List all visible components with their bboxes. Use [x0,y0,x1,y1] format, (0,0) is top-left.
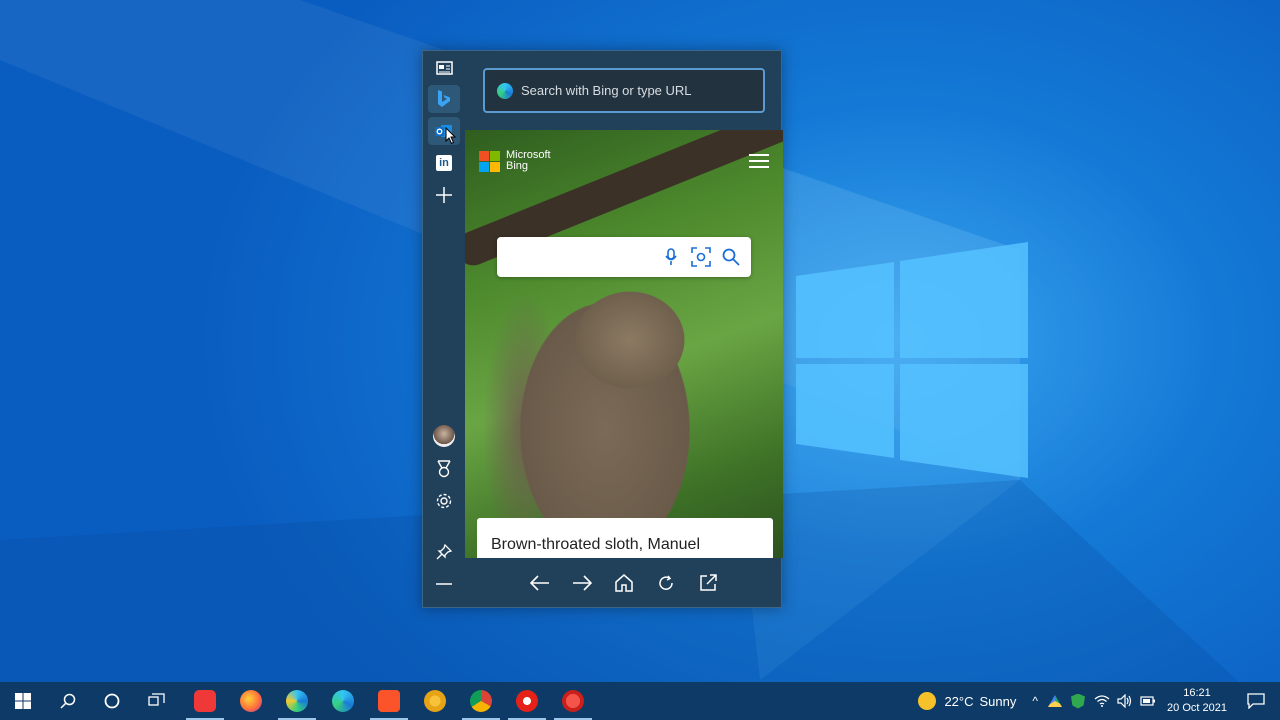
address-bar[interactable] [483,68,765,113]
sidebar-navigation [465,558,783,608]
visual-search-icon[interactable] [691,247,711,267]
vivaldi-icon[interactable] [182,682,228,720]
chrome-icon[interactable] [458,682,504,720]
edge-sidebar-window: in Microsoft Bing [422,50,783,608]
microphone-icon[interactable] [661,247,681,267]
edge-icon[interactable] [320,682,366,720]
add-icon[interactable] [428,181,460,209]
windows-start-icon [15,693,31,709]
taskbar: 22°C Sunny ^ 16:21 20 Oct 2021 [0,682,1280,720]
chevron-up-icon[interactable]: ^ [1032,694,1038,708]
search-icon[interactable] [721,247,741,267]
weather-desc[interactable]: Sunny [979,694,1016,709]
bing-search-box[interactable] [497,237,751,277]
microsoft-logo-icon [479,150,500,172]
microsoft-bing-logo[interactable]: Microsoft Bing [479,150,551,172]
news-icon[interactable] [428,54,460,82]
search-taskbar-icon[interactable] [45,682,91,720]
clock-time: 16:21 [1183,687,1211,699]
avatar[interactable] [428,422,460,450]
screen-recorder-icon[interactable] [550,682,596,720]
edge-canary-icon[interactable] [274,682,320,720]
volume-icon[interactable] [1117,694,1133,708]
chrome-canary-icon[interactable] [412,682,458,720]
settings-icon[interactable] [428,487,460,515]
image-caption[interactable]: Brown-throated sloth, Manuel [477,518,773,558]
open-in-new-tab-icon[interactable] [698,573,718,593]
notification-center-icon[interactable] [1232,682,1280,720]
bing-homepage: Microsoft Bing Brown-throated sloth, Man… [465,130,783,558]
edge-icon [497,82,513,99]
clock[interactable]: 16:21 20 Oct 2021 [1162,686,1232,716]
cortana-icon[interactable] [89,682,135,720]
refresh-icon[interactable] [656,573,676,593]
mouse-cursor [445,127,457,145]
security-shield-icon[interactable] [1071,693,1085,709]
pin-icon[interactable] [428,538,460,566]
youtube-music-icon[interactable] [504,682,550,720]
task-view-icon[interactable] [134,682,180,720]
back-icon[interactable] [530,573,550,593]
google-drive-icon[interactable] [1048,695,1062,707]
weather-temp[interactable]: 22°C [944,694,973,709]
hamburger-menu-icon[interactable] [749,154,769,168]
linkedin-icon[interactable]: in [428,149,460,177]
windows-logo [796,242,1028,478]
brave-icon[interactable] [366,682,412,720]
firefox-icon[interactable] [228,682,274,720]
system-tray: 22°C Sunny ^ 16:21 20 Oct 2021 [918,682,1280,720]
logo-line2: Bing [506,160,529,172]
home-icon[interactable] [614,573,634,593]
start-button[interactable] [0,682,46,720]
bing-icon[interactable] [428,85,460,113]
address-input[interactable] [521,83,741,98]
rewards-icon[interactable] [428,455,460,483]
clock-date: 20 Oct 2021 [1167,702,1227,714]
wifi-icon[interactable] [1094,695,1110,707]
forward-icon[interactable] [572,573,592,593]
linkedin-label: in [436,155,452,171]
battery-icon[interactable] [1140,695,1156,707]
sun-icon [918,692,937,710]
sidebar-rail: in [423,51,465,607]
minimize-icon[interactable] [428,570,460,598]
